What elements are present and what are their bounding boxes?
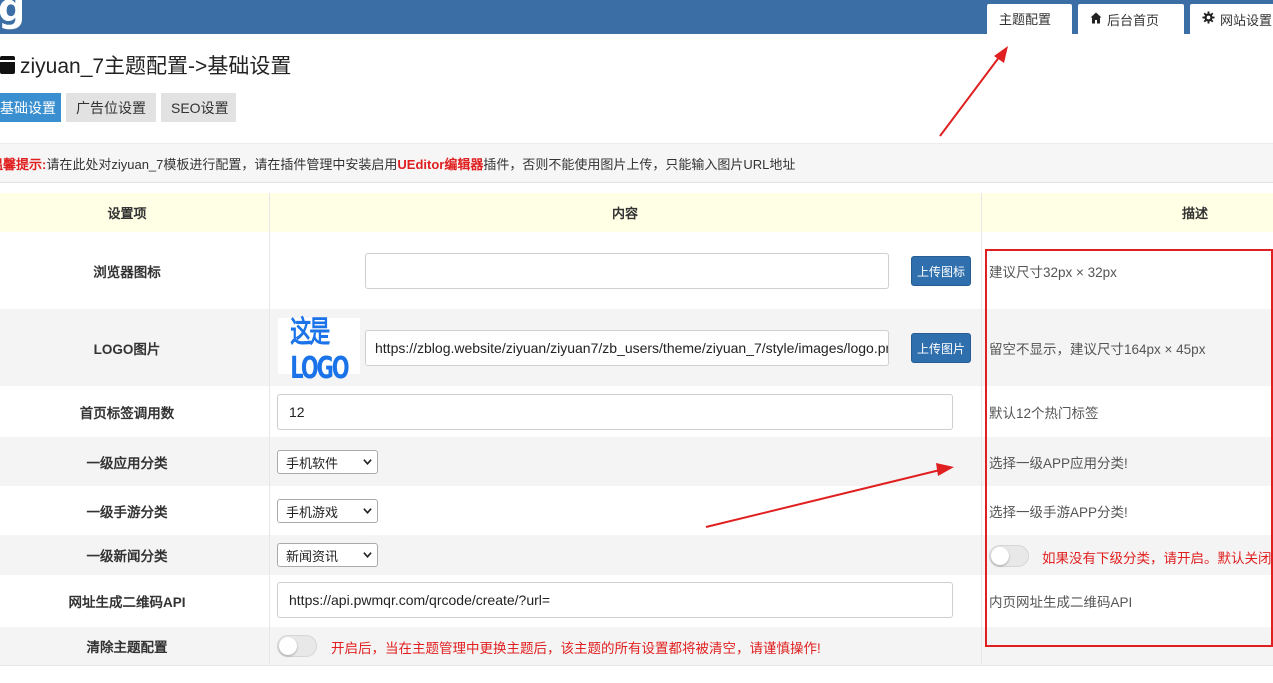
gear-icon (1202, 11, 1215, 27)
table-header: 设置项 内容 描述 (0, 193, 1273, 232)
news-subcategory-toggle[interactable] (989, 545, 1029, 567)
news-category-select[interactable]: 新闻资讯 (277, 543, 378, 567)
row-label: 网址生成二维码API (68, 595, 186, 610)
row-description: 选择一级手游APP分类! (989, 504, 1128, 520)
tag-count-input[interactable]: 12 (277, 394, 953, 430)
toggle-knob (279, 637, 297, 655)
brand-logo: g (0, 0, 26, 30)
tab-theme-config[interactable]: 主题配置 (987, 4, 1072, 34)
tip-text-before: 请在此处对ziyuan_7模板进行配置，请在插件管理中安装启用 (46, 156, 398, 172)
upload-image-button[interactable]: 上传图片 (911, 333, 971, 363)
logo-url-input[interactable]: https://zblog.website/ziyuan/ziyuan7/zb_… (365, 330, 889, 366)
page-title: ziyuan_7主题配置->基础设置 (0, 50, 291, 80)
row-description: 选择一级APP应用分类! (989, 455, 1128, 471)
game-category-selected: 手机游戏 (286, 504, 339, 520)
game-category-select[interactable]: 手机游戏 (277, 499, 378, 523)
top-bar: g 主题配置 后台首页 网站设置 (0, 0, 1273, 34)
row-description: 留空不显示，建议尺寸164px × 45px (989, 341, 1206, 357)
table-bottom-border (0, 665, 1273, 666)
subtab-ad-settings[interactable]: 广告位设置 (66, 93, 156, 122)
clear-config-warning: 开启后，当在主题管理中更换主题后，该主题的所有设置都将被清空，请谨慎操作! (331, 641, 821, 656)
row-description: 建议尺寸32px × 32px (989, 264, 1117, 280)
row-label: 首页标签调用数 (79, 405, 175, 421)
subtab-seo-settings[interactable]: SEO设置 (161, 93, 236, 122)
tip-text-after: 插件，否则不能使用图片上传，只能输入图片URL地址 (483, 156, 796, 172)
table-row: 一级手游分类 选择一级手游APP分类! (0, 486, 1273, 535)
tab-admin-home[interactable]: 后台首页 (1078, 4, 1184, 34)
toggle-knob (991, 547, 1009, 565)
tab-theme-config-label: 主题配置 (999, 11, 1052, 27)
annotation-arrow-to-tab (939, 46, 1008, 137)
header-setting-item: 设置项 (107, 206, 147, 221)
chevron-down-icon (363, 508, 372, 514)
app-category-selected: 手机软件 (286, 455, 339, 471)
table-row: 一级应用分类 选择一级APP应用分类! (0, 437, 1273, 486)
row-description: 内页网址生成二维码API (989, 595, 1133, 610)
title-icon (0, 56, 15, 74)
row-label: 一级手游分类 (86, 504, 168, 520)
favicon-url-input[interactable] (365, 253, 889, 289)
row-description: 默认12个热门标签 (989, 405, 1099, 421)
chevron-down-icon (363, 459, 372, 465)
logo-preview-text: 这是LOGO (290, 314, 349, 386)
row-label: 一级应用分类 (86, 455, 168, 471)
row-label: 一级新闻分类 (86, 549, 168, 564)
header-content: 内容 (611, 206, 638, 221)
home-icon (1090, 12, 1102, 27)
upload-icon-button[interactable]: 上传图标 (911, 256, 971, 286)
row-label: 浏览器图标 (93, 264, 161, 280)
row-label: LOGO图片 (93, 341, 161, 357)
page-title-text: ziyuan_7主题配置->基础设置 (20, 55, 292, 78)
app-category-select[interactable]: 手机软件 (277, 450, 378, 474)
tab-site-settings-label: 网站设置 (1220, 12, 1273, 28)
row-label: 清除主题配置 (86, 640, 168, 655)
clear-config-toggle[interactable] (277, 635, 317, 657)
tab-admin-home-label: 后台首页 (1107, 12, 1160, 28)
logo-preview-image: 这是LOGO (278, 315, 360, 386)
news-category-description: 如果没有下级分类，请开启。默认关闭 (1042, 551, 1272, 566)
qrcode-api-input[interactable]: https://api.pwmqr.com/qrcode/create/?url… (277, 582, 953, 618)
header-description: 描述 (1181, 206, 1208, 221)
tip-bar: 温馨提示: 请在此处对ziyuan_7模板进行配置，请在插件管理中安装启用 UE… (0, 143, 1273, 183)
tab-site-settings[interactable]: 网站设置 (1190, 4, 1273, 34)
tip-label: 温馨提示: (0, 156, 47, 172)
subtab-basic-settings[interactable]: 基础设置 (0, 93, 61, 122)
chevron-down-icon (363, 552, 372, 558)
tip-highlight: UEditor编辑器 (397, 156, 484, 172)
news-category-selected: 新闻资讯 (286, 548, 339, 564)
